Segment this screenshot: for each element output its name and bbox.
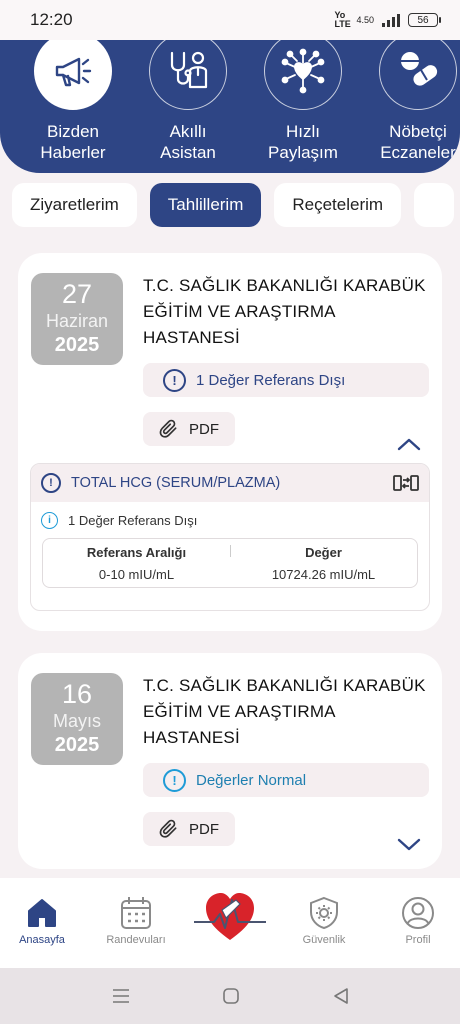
battery-icon: 56 [408, 13, 441, 27]
date-year: 2025 [54, 334, 100, 356]
megaphone-icon [34, 40, 112, 110]
system-navigation-bar [0, 968, 460, 1024]
info-icon: ! [163, 368, 186, 392]
chevron-up-icon[interactable] [396, 431, 422, 457]
date-month: Mayıs [52, 711, 101, 731]
results-tabs: Ziyaretlerim Tahlillerim Reçetelerim [12, 183, 455, 227]
info-icon: i [41, 511, 58, 529]
status-text: 1 Değer Referans Dışı [196, 371, 346, 389]
value-column: Değer 10724.26 mIU/mL [230, 539, 417, 587]
recents-icon[interactable] [110, 985, 132, 1007]
quick-action-label: Hızlı Paylaşım [268, 122, 338, 162]
tab-visits[interactable]: Ziyaretlerim [12, 183, 137, 227]
pdf-label: PDF [189, 420, 219, 438]
date-day: 27 [61, 279, 93, 309]
compare-icon[interactable] [393, 473, 419, 493]
reference-range-column: Referans Aralığı 0-10 mIU/mL [43, 539, 230, 587]
quick-action-news[interactable]: Bizden Haberler [18, 40, 128, 163]
value-header: Değer [305, 545, 342, 560]
quick-action-share[interactable]: Hızlı Paylaşım [248, 40, 358, 163]
test-value: 10724.26 mIU/mL [271, 567, 376, 582]
hospital-name: T.C. SAĞLIK BAKANLIĞI KARABÜK EĞİTİM VE … [143, 676, 426, 747]
quick-action-label: Akıllı Asistan [160, 122, 216, 162]
quick-action-assistant[interactable]: Akıllı Asistan [133, 40, 243, 163]
tab-prescriptions[interactable]: Reçetelerim [274, 183, 402, 227]
home-button-icon[interactable] [220, 985, 242, 1007]
paperclip-icon [159, 419, 177, 438]
tab-lab-results[interactable]: Tahlillerim [149, 183, 262, 227]
nav-home[interactable]: Anasayfa [0, 894, 84, 946]
note-text: 1 Değer Referans Dışı [68, 512, 198, 528]
pdf-button[interactable]: PDF [143, 412, 235, 446]
status-badge: ! Değerler Normal [143, 763, 429, 797]
status-badge: ! 1 Değer Referans Dışı [143, 363, 429, 397]
nav-security[interactable]: Güvenlik [282, 894, 366, 946]
speed-label: 4.50 [356, 15, 374, 25]
reference-table: Referans Aralığı 0-10 mIU/mL Değer 10724… [42, 538, 418, 588]
nav-label: Randevuları [106, 934, 166, 946]
result-card[interactable]: 16 Mayıs 2025 T.C. SAĞLIK BAKANLIĞI KARA… [18, 653, 442, 869]
paperclip-icon [159, 819, 177, 838]
reference-range-header: Referans Aralığı [86, 545, 187, 560]
status-icons: Yo LTE 4.50 56 [334, 10, 441, 29]
quick-action-label: Nöbetçi Eczaneler [380, 122, 456, 162]
test-detail-panel: ! TOTAL HCG (SERUM/PLAZMA) i 1 Değer Ref… [30, 463, 430, 611]
nav-profile[interactable]: Profil [376, 894, 460, 946]
battery-level: 56 [417, 14, 429, 26]
nav-label: Anasayfa [19, 934, 65, 946]
share-heart-icon [264, 40, 342, 110]
heart-logo-icon [188, 890, 272, 942]
test-name: TOTAL HCG (SERUM/PLAZMA) [71, 475, 281, 491]
status-bar: 12:20 Yo LTE 4.50 56 [0, 0, 460, 40]
nav-label: Güvenlik [302, 934, 346, 946]
date-day: 16 [61, 679, 93, 709]
signal-icon [382, 13, 400, 27]
pdf-label: PDF [189, 820, 219, 838]
quick-actions-header: Bizden Haberler Akıllı Asistan Hızlı Pay… [0, 40, 460, 173]
nav-center-logo[interactable] [188, 890, 272, 942]
back-icon[interactable] [330, 985, 352, 1007]
pdf-button[interactable]: PDF [143, 812, 235, 846]
profile-icon [376, 894, 460, 932]
network-label: Yo LTE [334, 10, 351, 29]
pill-icon [379, 40, 457, 110]
status-text: Değerler Normal [196, 771, 307, 789]
shield-gear-icon [282, 894, 366, 932]
calendar-icon [94, 894, 178, 932]
date-badge: 16 Mayıs 2025 [31, 673, 123, 765]
result-card[interactable]: 27 Haziran 2025 T.C. SAĞLIK BAKANLIĞI KA… [18, 253, 442, 631]
doctor-icon [149, 40, 227, 110]
hospital-name: T.C. SAĞLIK BAKANLIĞI KARABÜK EĞİTİM VE … [143, 276, 426, 347]
nav-label: Profil [405, 934, 431, 946]
nav-appointments[interactable]: Randevuları [94, 894, 178, 946]
info-icon: ! [163, 768, 186, 792]
test-detail-note: i 1 Değer Referans Dışı [31, 502, 429, 538]
date-month: Haziran [45, 311, 109, 331]
quick-action-label: Bizden Haberler [40, 122, 106, 162]
status-time: 12:20 [30, 10, 73, 29]
bottom-navigation: Anasayfa Randevuları Güvenlik Profil [0, 878, 460, 968]
chevron-down-icon[interactable] [396, 831, 422, 857]
info-icon: ! [41, 473, 61, 493]
tab-more[interactable] [414, 183, 455, 227]
quick-action-pharmacy[interactable]: Nöbetçi Eczaneler [363, 40, 460, 163]
date-badge: 27 Haziran 2025 [31, 273, 123, 365]
home-icon [0, 894, 84, 932]
reference-range-value: 0-10 mIU/mL [98, 567, 175, 582]
test-detail-header[interactable]: ! TOTAL HCG (SERUM/PLAZMA) [31, 464, 429, 502]
date-year: 2025 [54, 734, 100, 756]
